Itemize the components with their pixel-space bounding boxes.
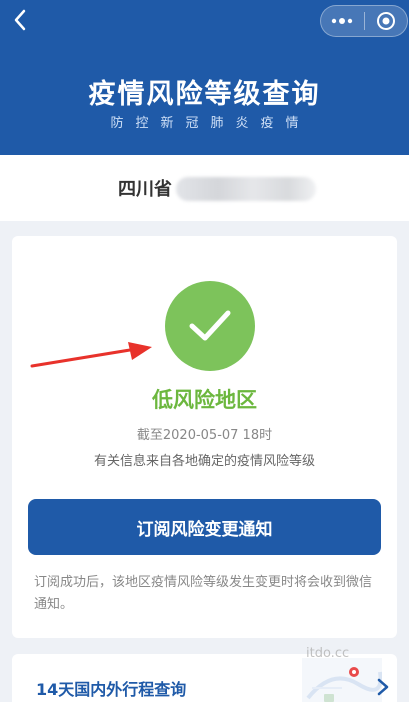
more-dots-icon [332, 18, 353, 24]
watermark: itdo.cc [306, 646, 350, 661]
more-button[interactable] [321, 5, 364, 37]
page-title: 疫情风险等级查询 [88, 79, 321, 110]
chevron-right-icon [377, 678, 389, 696]
chevron-left-icon [14, 9, 26, 31]
province-label: 四川省 [118, 179, 172, 200]
subscribe-button[interactable]: 订阅风险变更通知 [28, 499, 381, 555]
close-button[interactable] [364, 5, 407, 37]
check-circle-icon [165, 281, 255, 371]
red-arrow-icon [30, 342, 152, 368]
deadline-text: 截至2020-05-07 18时 [136, 428, 273, 443]
risk-level-label: 低风险地区 [152, 388, 257, 412]
map-illustration-icon [302, 658, 382, 702]
checkmark-icon [189, 310, 231, 341]
itinerary-query-card[interactable]: 14天国内外行程查询 [12, 654, 397, 702]
source-note: 有关信息来自各地确定的疫情风险等级 [93, 454, 315, 469]
itinerary-query-label: 14天国内外行程查询 [36, 680, 187, 699]
mini-program-capsule [320, 5, 408, 37]
blurred-location-detail [176, 177, 316, 201]
target-close-icon [376, 12, 395, 30]
back-button[interactable] [10, 8, 30, 32]
risk-result-card: 低风险地区 截至2020-05-07 18时 有关信息来自各地确定的疫情风险等级… [12, 236, 397, 638]
page-subtitle: 防控新冠肺炎疫情 [110, 116, 311, 131]
location-selector[interactable]: 四川省 [0, 155, 409, 221]
subscribe-note: 订阅成功后，该地区疫情风险等级发生变更时将会收到微信通知。 [34, 575, 373, 612]
page-header: 疫情风险等级查询 防控新冠肺炎疫情 [0, 0, 409, 155]
